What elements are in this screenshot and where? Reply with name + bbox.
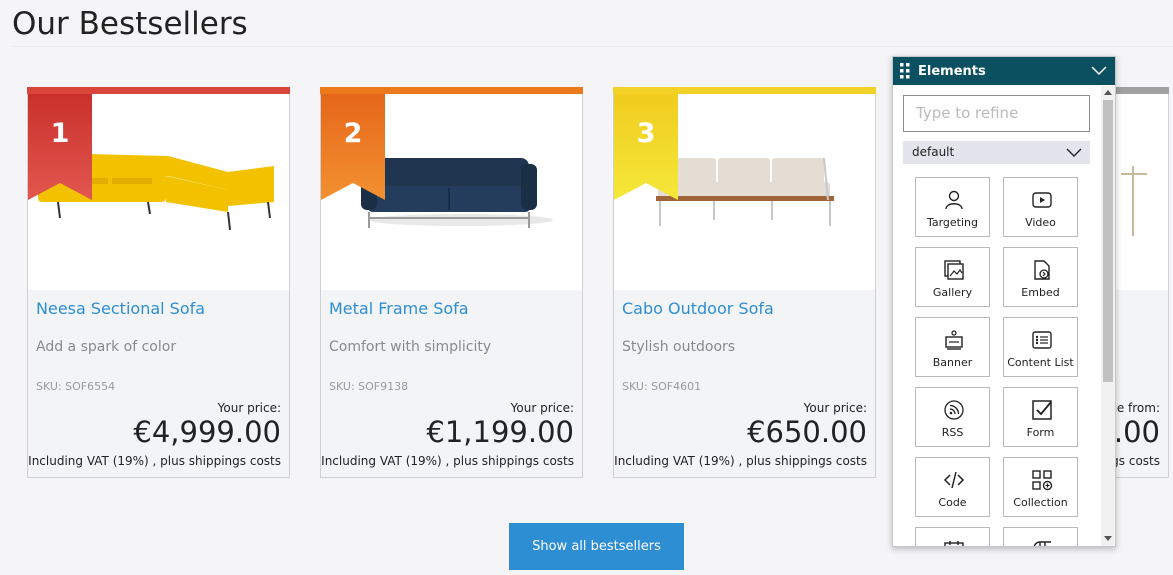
tile-form[interactable]: Form (1003, 387, 1078, 447)
elements-panel[interactable]: Elements Type to refine default Targetin… (892, 56, 1116, 547)
drag-handle-icon[interactable] (900, 63, 910, 79)
tile-label: Targeting (926, 216, 979, 229)
elements-panel-header[interactable]: Elements (893, 57, 1115, 85)
chevron-down-icon[interactable] (1091, 64, 1107, 76)
calendar-icon (944, 541, 964, 546)
gallery-icon (944, 260, 964, 280)
refine-input[interactable]: Type to refine (903, 95, 1090, 132)
tile-calendar[interactable] (915, 527, 990, 546)
tile-label: Collection (1013, 496, 1068, 509)
person-icon (945, 190, 963, 210)
price-label: ce from: (1110, 401, 1160, 415)
rank-number: 3 (636, 118, 656, 149)
product-price: .00 (1113, 415, 1160, 449)
price-label: Your price: (803, 401, 867, 415)
product-image[interactable]: 3 (614, 94, 875, 290)
rank-number: 2 (343, 118, 363, 149)
tile-video[interactable]: Video (1003, 177, 1078, 237)
product-name-link[interactable]: Cabo Outdoor Sofa (622, 299, 774, 318)
tile-embed[interactable]: Embed (1003, 247, 1078, 307)
product-card-1[interactable]: 1 Neesa Sectional Sofa Add a spark of co… (27, 87, 290, 478)
collection-icon (1032, 470, 1053, 491)
show-all-bestsellers-button[interactable]: Show all bestsellers (509, 523, 684, 570)
product-name-link[interactable]: Neesa Sectional Sofa (36, 299, 205, 318)
product-name-link[interactable]: Metal Frame Sofa (329, 299, 469, 318)
tile-gallery[interactable]: Gallery (915, 247, 990, 307)
tile-table[interactable] (1003, 527, 1078, 546)
scrollbar-thumb[interactable] (1103, 100, 1113, 382)
product-description: Comfort with simplicity (329, 339, 492, 355)
vat-note: gs costs (1111, 454, 1160, 468)
product-image[interactable]: 2 (321, 94, 582, 290)
product-price: €4,999.00 (133, 415, 281, 449)
product-sku: SKU: SOF4601 (622, 380, 702, 393)
scroll-up-arrow-icon[interactable] (1104, 90, 1112, 95)
embed-icon (1034, 260, 1050, 280)
tile-label: Video (1025, 216, 1056, 229)
filter-select[interactable]: default (903, 141, 1090, 164)
rss-icon (944, 400, 964, 420)
tile-banner[interactable]: Banner (915, 317, 990, 377)
vat-note: Including VAT (19%) , plus shippings cos… (321, 454, 574, 468)
price-label: Your price: (510, 401, 574, 415)
elements-panel-title: Elements (918, 64, 986, 79)
form-icon (1032, 400, 1052, 420)
tile-rss[interactable]: RSS (915, 387, 990, 447)
tile-label: RSS (941, 426, 964, 439)
product-card-3[interactable]: 3 Cabo Outdoor Sofa Stylish outdoors SKU… (613, 87, 876, 478)
panel-scrollbar[interactable] (1101, 86, 1115, 546)
vat-note: Including VAT (19%) , plus shippings cos… (28, 454, 281, 468)
tile-label: Gallery (932, 286, 973, 299)
card-accent-bar (613, 87, 876, 94)
product-price: €650.00 (747, 415, 867, 449)
filter-select-value: default (912, 145, 955, 159)
product-card-2[interactable]: 2 Metal Frame Sofa Comfort with simplici… (320, 87, 583, 478)
price-label: Your price: (217, 401, 281, 415)
tile-label: Code (938, 496, 967, 509)
title-divider (12, 46, 1173, 47)
tile-content-list[interactable]: Content List (1003, 317, 1078, 377)
tile-collection[interactable]: Collection (1003, 457, 1078, 517)
tile-label: Content List (1007, 356, 1074, 369)
product-description: Add a spark of color (36, 339, 177, 355)
card-accent-bar (27, 87, 290, 94)
tile-targeting[interactable]: Targeting (915, 177, 990, 237)
page: Our Bestsellers 1 Neesa Sectional Sofa A… (0, 0, 1173, 575)
product-sku: SKU: SOF6554 (36, 380, 116, 393)
vat-note: Including VAT (19%) , plus shippings cos… (614, 454, 867, 468)
table-icon (1033, 541, 1051, 546)
rank-number: 1 (50, 118, 70, 149)
product-sku: SKU: SOF9138 (329, 380, 409, 393)
product-image[interactable]: 1 (28, 94, 289, 290)
video-icon (1032, 192, 1052, 208)
card-accent-bar (320, 87, 583, 94)
banner-icon (945, 330, 963, 350)
tile-label: Banner (932, 356, 973, 369)
tile-label: Form (1026, 426, 1055, 439)
product-price: €1,199.00 (426, 415, 574, 449)
product-description: Stylish outdoors (622, 339, 736, 355)
code-icon (943, 471, 965, 489)
scroll-down-arrow-icon[interactable] (1104, 536, 1112, 541)
page-title: Our Bestsellers (12, 6, 248, 42)
tile-label: Embed (1021, 286, 1060, 299)
tile-code[interactable]: Code (915, 457, 990, 517)
content-list-icon (1032, 331, 1052, 349)
chevron-down-icon (1066, 148, 1082, 157)
